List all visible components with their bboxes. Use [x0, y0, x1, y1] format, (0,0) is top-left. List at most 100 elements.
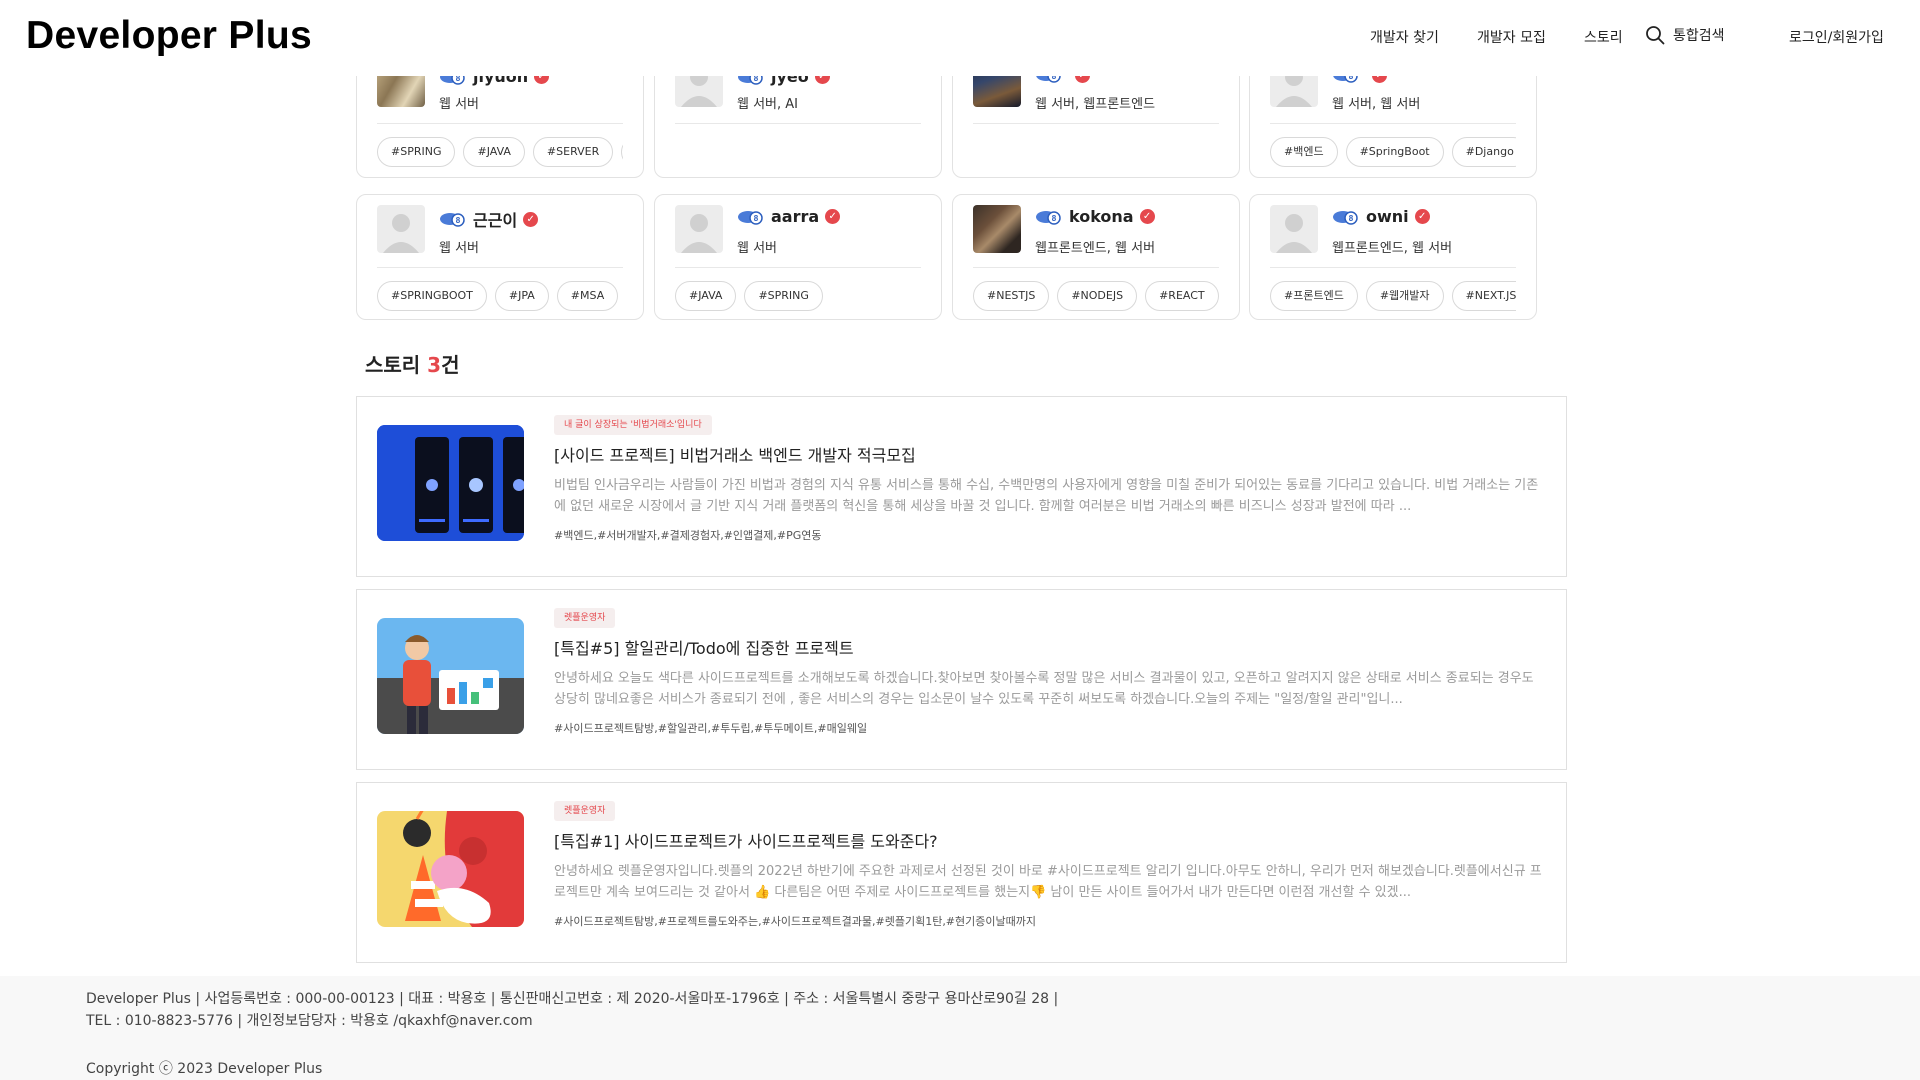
card-divider: [377, 123, 623, 124]
story-author-badge: 렛플운영자: [554, 608, 616, 628]
card-divider: [973, 267, 1219, 268]
tag[interactable]: #SpringBoot: [1345, 137, 1444, 167]
story-title[interactable]: [특집#1] 사이드프로젝트가 사이드프로젝트를 도와준다?: [554, 828, 938, 852]
developer-roles: 웹 서버, AI: [737, 97, 799, 112]
story-hashtags: #사이드프로젝트탐방,#할일관리,#투두립,#투두메이트,#매일웨일: [554, 722, 868, 735]
card-divider: [377, 267, 623, 268]
developer-card[interactable]: 8 근근이 ✓ 웹 서버 #SPRINGBOOT #JPA #MSA #I: [356, 194, 644, 320]
tag[interactable]: #SERVER: [532, 137, 614, 167]
svg-text:8: 8: [456, 216, 461, 225]
tag[interactable]: #JAVA: [463, 137, 525, 167]
tag-list: #SPRING #JAVA #SERVER #B: [377, 137, 623, 169]
story-author-badge: 렛플운영자: [554, 801, 616, 821]
level-badge-icon: 8: [738, 210, 763, 225]
developer-roles: 웹 서버, 웹 서버: [1332, 97, 1421, 112]
tag[interactable]: #SPRING: [377, 137, 456, 167]
nav-login-signup[interactable]: 로그인/회원가입: [1789, 27, 1884, 47]
verified-icon: ✓: [825, 209, 841, 224]
developer-name-row: 8 owni ✓: [1332, 207, 1430, 226]
avatar: [973, 205, 1021, 253]
story-hashtags: #백엔드,#서버개발자,#결제경험자,#인앱결제,#PG연동: [554, 529, 822, 542]
developer-roles: 웹프론트엔드, 웹 서버: [1035, 241, 1156, 256]
story-thumbnail: [377, 618, 524, 734]
search-label: 통합검색: [1673, 28, 1725, 44]
tag[interactable]: #백엔드: [1270, 137, 1338, 167]
nav-recruit-developer[interactable]: 개발자 모집: [1477, 27, 1546, 47]
level-badge-icon: 8: [1333, 210, 1358, 225]
developer-name-row: 8 aarra ✓: [737, 207, 841, 226]
tag-list: #SPRINGBOOT #JPA #MSA #I: [377, 281, 623, 313]
developer-name-row: 8 근근이 ✓: [439, 207, 539, 231]
svg-text:8: 8: [1052, 214, 1057, 223]
developer-roles: 웹 서버: [439, 241, 480, 256]
tag[interactable]: #JAVA: [675, 281, 737, 311]
tag-list: #백엔드 #SpringBoot #Django #: [1270, 137, 1516, 169]
tag[interactable]: #웹개발자: [1365, 281, 1444, 311]
story-title[interactable]: [사이드 프로젝트] 비법거래소 백엔드 개발자 적극모집: [554, 442, 916, 466]
avatar: [675, 205, 723, 253]
nav-find-developer[interactable]: 개발자 찾기: [1370, 27, 1439, 47]
tag[interactable]: #REACT: [1145, 281, 1219, 311]
developer-name: kokona: [1069, 207, 1134, 226]
story-thumbnail: [377, 425, 524, 541]
tag[interactable]: #MSA: [556, 281, 619, 311]
developer-name: aarra: [771, 207, 820, 226]
tag[interactable]: #SPRING: [744, 281, 823, 311]
story-excerpt: 비법팀 인사금우리는 사람들이 가진 비법과 경험의 지식 유통 서비스를 통해…: [554, 478, 1539, 514]
developer-card[interactable]: 8 kokona ✓ 웹프론트엔드, 웹 서버 #NESTJS #NODEJS …: [952, 194, 1240, 320]
search-icon: [1645, 25, 1665, 45]
developer-name-row: 8 kokona ✓: [1035, 207, 1155, 226]
avatar: [377, 205, 425, 253]
card-divider: [675, 123, 921, 124]
story-card[interactable]: 렛플운영자 [특집#5] 할일관리/Todo에 집중한 프로젝트 안녕하세요 오…: [356, 589, 1567, 770]
story-excerpt: 안녕하세요 오늘도 색다른 사이드프로젝트를 소개해보도록 하겠습니다.찾아보면…: [554, 671, 1534, 707]
nav-integrated-search[interactable]: 통합검색: [1645, 25, 1725, 45]
footer-copyright: Copyright ⓒ 2023 Developer Plus: [86, 1061, 323, 1077]
story-title[interactable]: [특집#5] 할일관리/Todo에 집중한 프로젝트: [554, 635, 854, 659]
tag[interactable]: #NODEJS: [1057, 281, 1138, 311]
stories-count: 3: [427, 353, 442, 377]
level-badge-icon: 8: [1036, 210, 1061, 225]
story-author-badge: 내 글이 상장되는 '비법거래소'입니다: [554, 415, 712, 435]
story-card[interactable]: 렛플운영자 [특집#1] 사이드프로젝트가 사이드프로젝트를 도와준다? 안녕하…: [356, 782, 1567, 963]
tag-list: #JAVA #SPRING: [675, 281, 921, 313]
developer-roles: 웹프론트엔드, 웹 서버: [1332, 241, 1453, 256]
footer-contact-info: TEL : 010-8823-5776 | 개인정보담당자 : 박용호 /qka…: [86, 1013, 533, 1029]
tag[interactable]: #프론트엔드: [1270, 281, 1358, 311]
developer-roles: 웹 서버: [439, 97, 480, 112]
tag[interactable]: #SPRINGBOOT: [377, 281, 487, 311]
developer-name: owni: [1366, 207, 1409, 226]
site-header: Developer Plus 개발자 찾기 개발자 모집 스토리 통합검색 로그…: [0, 0, 1920, 76]
developer-roles: 웹 서버: [737, 241, 778, 256]
avatar: [1270, 205, 1318, 253]
level-badge-icon: 8: [440, 213, 465, 227]
tag-list: #프론트엔드 #웹개발자 #NEXT.JS: [1270, 281, 1516, 313]
developer-card[interactable]: 8 owni ✓ 웹프론트엔드, 웹 서버 #프론트엔드 #웹개발자 #NEXT…: [1249, 194, 1537, 320]
verified-icon: ✓: [1414, 209, 1430, 224]
stories-count-suffix: 건: [441, 353, 460, 377]
stories-section-title: 스토리 3건: [365, 349, 460, 378]
story-hashtags: #사이드프로젝트탐방,#프로젝트를도와주는,#사이드프로젝트결과물,#렛플기획1…: [554, 915, 1036, 928]
card-divider: [973, 123, 1219, 124]
card-divider: [675, 267, 921, 268]
tag[interactable]: #NESTJS: [973, 281, 1050, 311]
developer-name: 근근이: [473, 211, 518, 230]
developer-roles: 웹 서버, 웹프론트엔드: [1035, 97, 1156, 112]
stories-label: 스토리: [365, 353, 428, 377]
site-footer: Developer Plus | 사업등록번호 : 000-00-00123 |…: [0, 976, 1920, 1080]
card-divider: [1270, 123, 1516, 124]
tag[interactable]: #NEXT.JS: [1451, 281, 1516, 311]
story-card[interactable]: 내 글이 상장되는 '비법거래소'입니다 [사이드 프로젝트] 비법거래소 백엔…: [356, 396, 1567, 577]
card-divider: [1270, 267, 1516, 268]
tag-list: #NESTJS #NODEJS #REACT #: [973, 281, 1219, 313]
verified-icon: ✓: [1139, 209, 1155, 224]
tag[interactable]: #B: [621, 137, 623, 167]
verified-icon: ✓: [523, 211, 539, 227]
developer-card[interactable]: 8 aarra ✓ 웹 서버 #JAVA #SPRING: [654, 194, 942, 320]
site-logo[interactable]: Developer Plus: [26, 14, 312, 58]
svg-text:8: 8: [754, 214, 759, 223]
tag[interactable]: #Django: [1451, 137, 1516, 167]
svg-text:8: 8: [1349, 214, 1354, 223]
tag[interactable]: #JPA: [494, 281, 549, 311]
nav-story[interactable]: 스토리: [1584, 27, 1623, 47]
